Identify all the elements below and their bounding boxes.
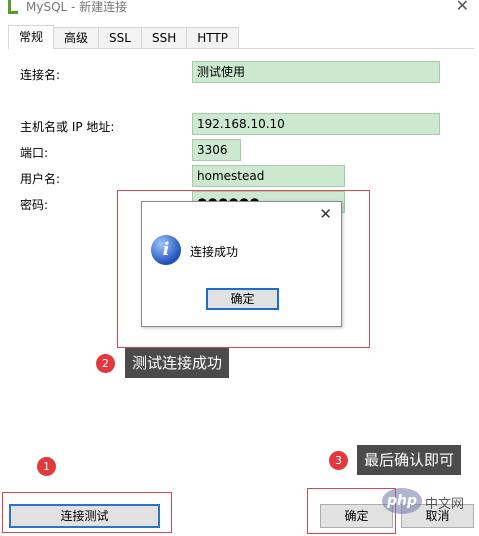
tab-general[interactable]: 常规 (8, 25, 55, 49)
dialog-close-icon[interactable]: ✕ (319, 205, 332, 223)
window-titlebar: MySQL - 新建连接 ✕ (0, 0, 479, 16)
tab-ssh[interactable]: SSH (140, 27, 188, 49)
window-close-icon[interactable]: ✕ (456, 0, 469, 15)
port-label: 端口: (20, 146, 49, 160)
tab-bar: 常规 高级 SSL SSH HTTP (8, 25, 239, 49)
connection-name-label: 连接名: (20, 68, 61, 82)
step-3-callout: 最后确认即可 (357, 445, 462, 475)
test-connection-button[interactable]: 连接测试 (9, 504, 160, 528)
info-icon: i (151, 235, 181, 265)
port-input[interactable]: 3306 (192, 139, 241, 161)
username-input[interactable]: homestead (192, 165, 345, 187)
php-logo-icon: php (382, 488, 422, 514)
username-label: 用户名: (20, 172, 61, 186)
watermark-text: 中文网 (425, 497, 465, 512)
step-2-marker: 2 (96, 354, 115, 373)
connection-name-input[interactable]: 测试使用 (192, 61, 440, 83)
step-1-marker: 1 (37, 457, 56, 476)
tab-ssl[interactable]: SSL (98, 27, 142, 49)
step-3-marker: 3 (329, 451, 348, 470)
password-label: 密码: (20, 198, 49, 212)
dialog-message: 连接成功 (190, 245, 239, 259)
connection-success-dialog: ✕ i 连接成功 确定 (141, 201, 342, 327)
host-input[interactable]: 192.168.10.10 (192, 113, 440, 135)
step-2-callout: 测试连接成功 (125, 348, 230, 378)
watermark: php 中文网 (382, 488, 472, 518)
tab-http[interactable]: HTTP (186, 27, 239, 49)
navicat-logo-icon (8, 0, 18, 14)
host-label: 主机名或 IP 地址: (20, 120, 115, 134)
tab-advanced[interactable]: 高级 (53, 27, 100, 49)
dialog-ok-button[interactable]: 确定 (206, 288, 279, 310)
window-title: MySQL - 新建连接 (26, 0, 128, 14)
